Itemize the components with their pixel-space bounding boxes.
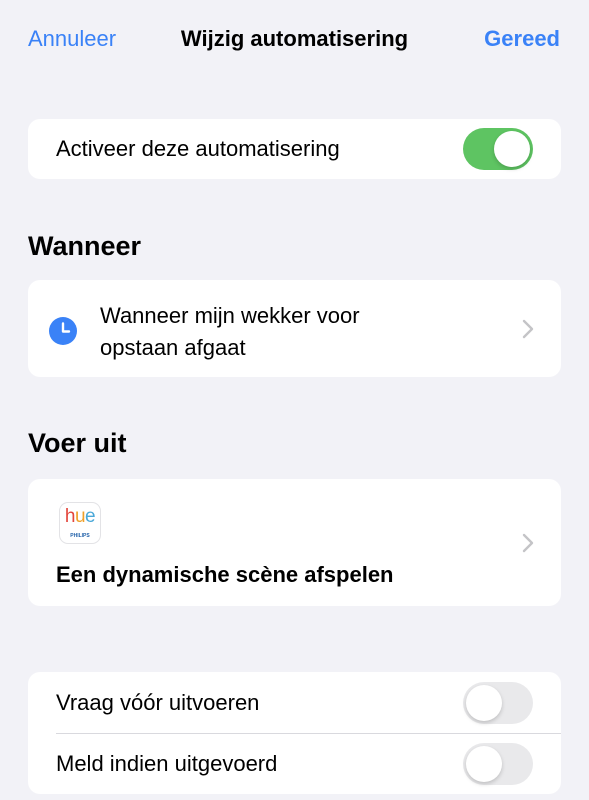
hue-icon: hue PHILIPS — [59, 502, 101, 544]
trigger-label: Wanneer mijn wekker voor opstaan afgaat — [100, 303, 360, 360]
ask-before-running-label: Vraag vóór uitvoeren — [56, 690, 260, 715]
clock-icon — [49, 317, 77, 345]
action-row[interactable]: hue PHILIPS Een dynamische scène afspele… — [28, 479, 561, 606]
enable-automation-label: Activeer deze automatisering — [56, 136, 340, 161]
toggle-knob — [466, 685, 502, 721]
toggle-knob — [494, 131, 530, 167]
done-button[interactable]: Gereed — [484, 26, 560, 52]
chevron-right-icon — [522, 533, 534, 553]
chevron-right-icon — [522, 319, 534, 339]
hue-logo-text: hue — [64, 506, 96, 527]
trigger-row[interactable]: Wanneer mijn wekker voor opstaan afgaat — [28, 280, 561, 377]
notify-when-run-toggle[interactable] — [463, 743, 533, 785]
toggle-knob — [466, 746, 502, 782]
philips-logo-text: PHILIPS — [70, 533, 90, 539]
when-section-header: Wanneer — [28, 231, 142, 261]
navigation-bar: Annuleer Wijzig automatisering Gereed — [0, 0, 589, 80]
notify-when-run-label: Meld indien uitgevoerd — [56, 751, 278, 776]
action-label: Een dynamische scène afspelen — [56, 562, 394, 587]
enable-automation-card: Activeer deze automatisering — [28, 119, 561, 179]
divider — [56, 733, 561, 734]
run-section-header: Voer uit — [28, 428, 127, 458]
enable-automation-toggle[interactable] — [463, 128, 533, 170]
options-card: Vraag vóór uitvoeren Meld indien uitgevo… — [28, 672, 561, 794]
ask-before-running-toggle[interactable] — [463, 682, 533, 724]
